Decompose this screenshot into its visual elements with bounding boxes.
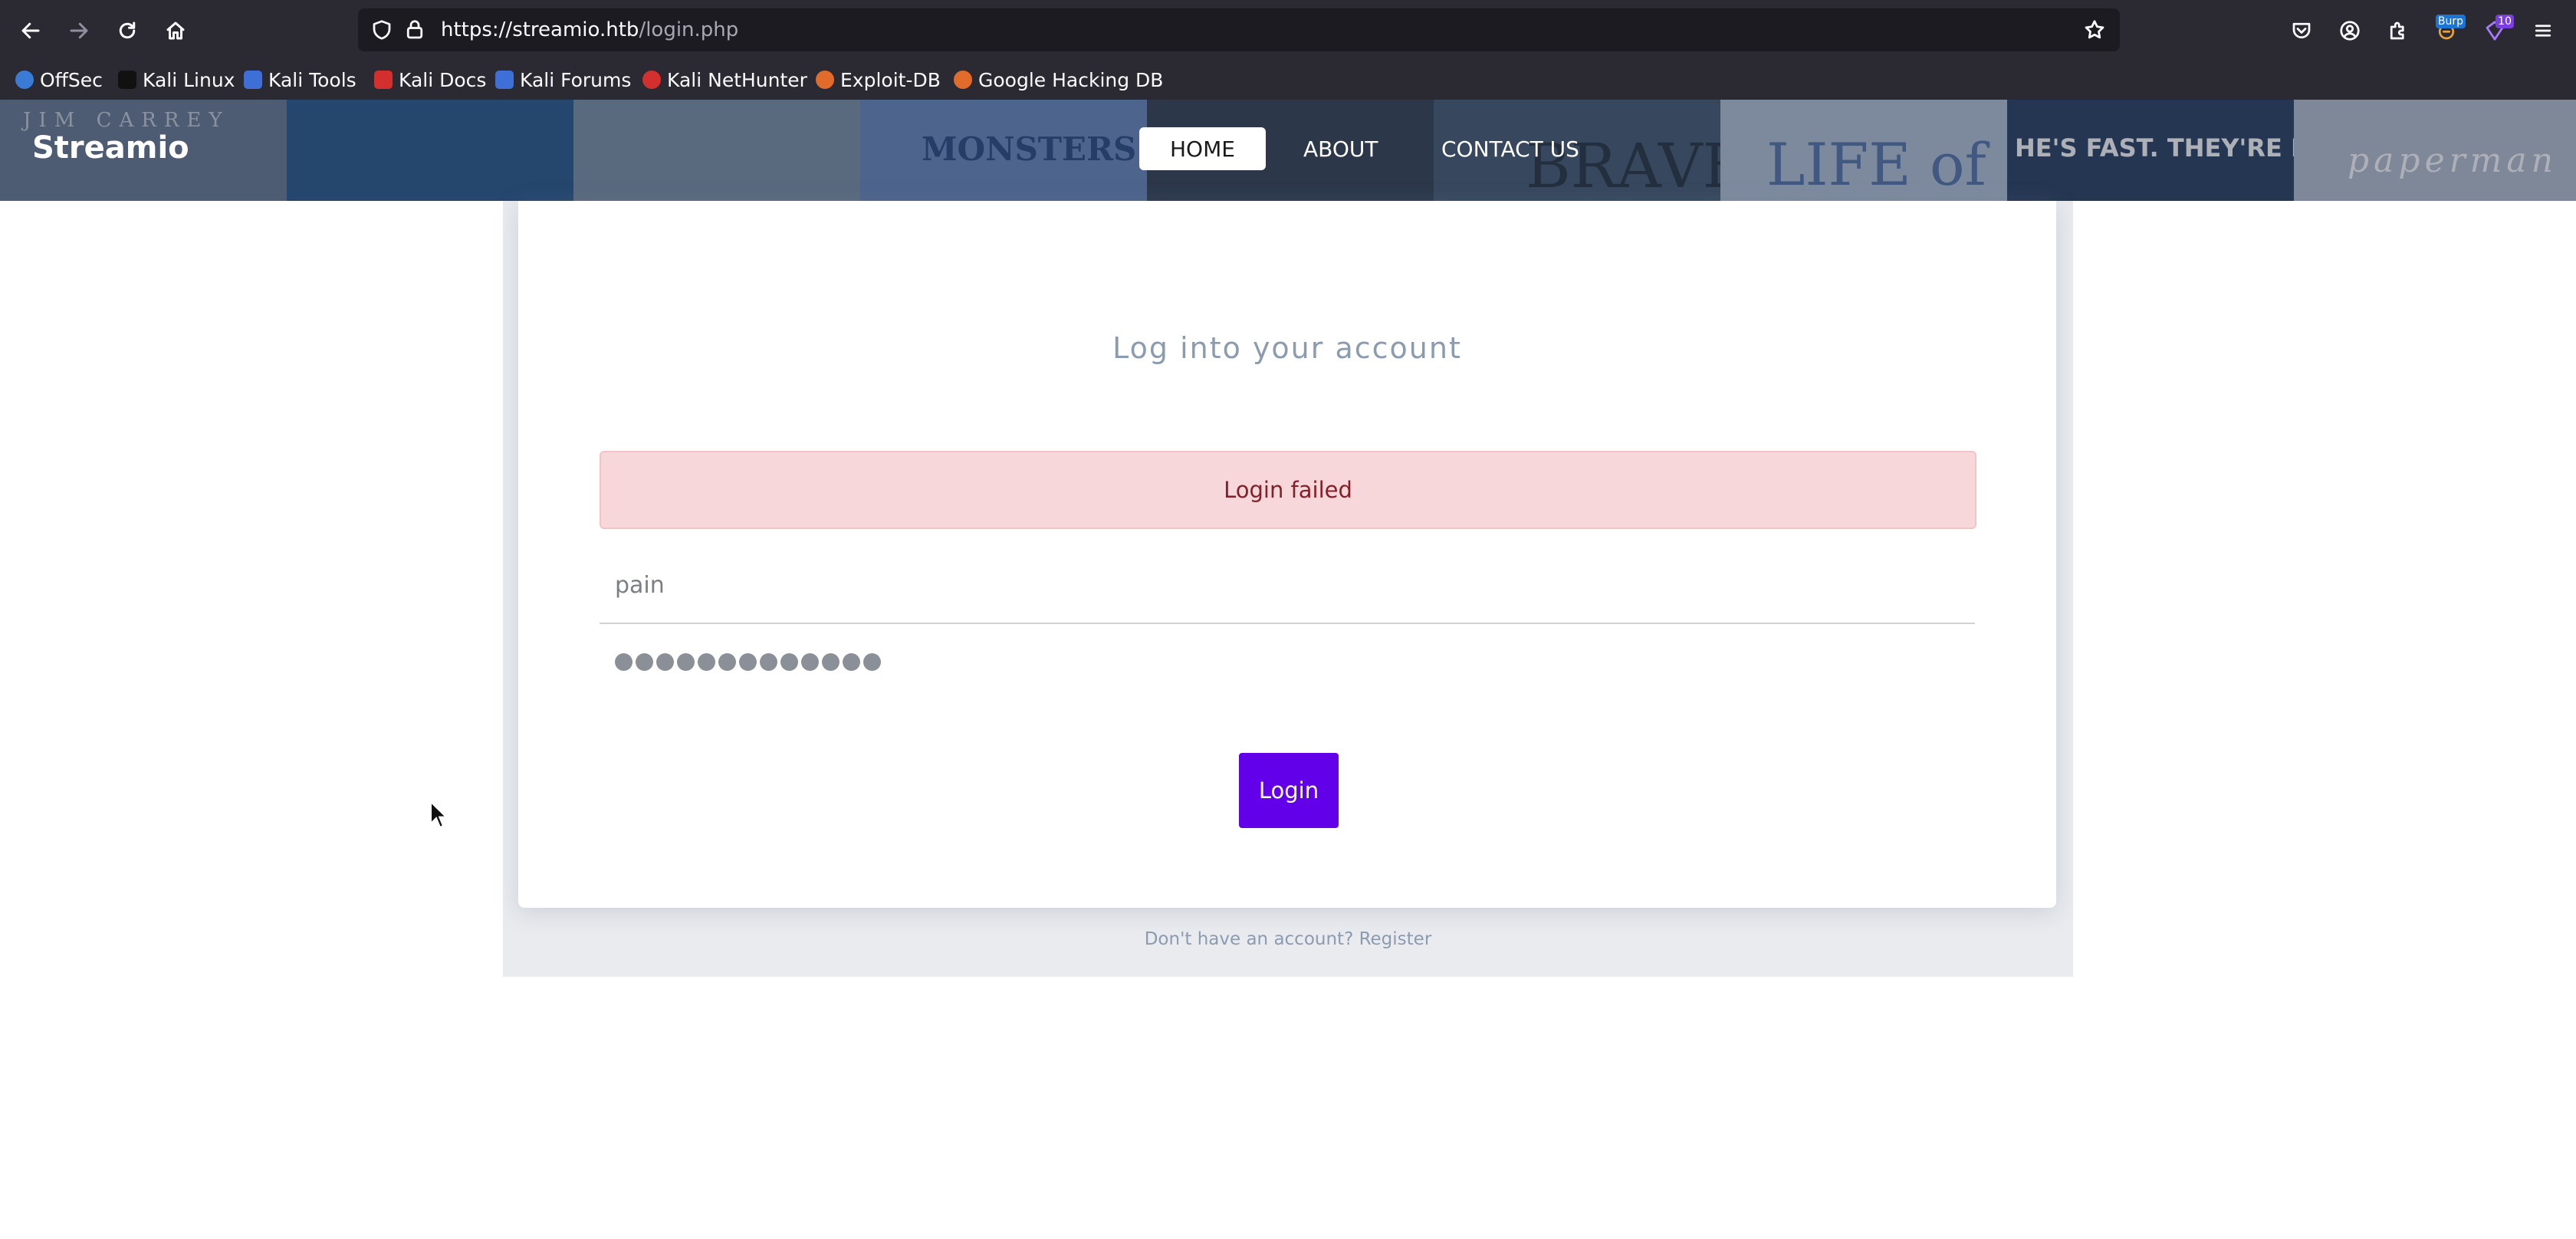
nav-about[interactable]: ABOUT (1273, 127, 1409, 170)
reload-button[interactable] (108, 12, 146, 50)
bookmark-kali-forums[interactable]: Kali Forums (495, 66, 631, 94)
kali-dragon-icon (118, 71, 136, 89)
account-icon (2340, 21, 2360, 41)
pocket-icon (2292, 22, 2311, 39)
bookmark-offsec[interactable]: OffSec (15, 66, 103, 94)
kali-docs-icon (374, 71, 393, 89)
login-failed-alert: Login failed (600, 451, 1976, 529)
extension-shield-button[interactable]: 10 (2476, 12, 2514, 50)
browser-toolbar: https://streamio.htb/login.php Burp 10 (0, 0, 2576, 60)
bookmark-label: Kali Linux (143, 68, 235, 91)
kali-tools-icon (244, 71, 262, 89)
mouse-cursor-icon (430, 800, 448, 829)
home-button[interactable] (156, 12, 195, 50)
bookmark-label: Kali Docs (399, 68, 487, 91)
ghdb-icon (954, 71, 972, 89)
home-icon (166, 21, 185, 40)
bookmark-label: Google Hacking DB (978, 68, 1164, 91)
password-dot (822, 653, 840, 671)
bookmark-label: Exploit-DB (840, 68, 941, 91)
password-dot (718, 653, 736, 671)
back-button[interactable] (12, 12, 50, 50)
app-menu-button[interactable] (2524, 12, 2562, 50)
bookmark-kali-tools[interactable]: Kali Tools (244, 66, 356, 94)
password-dot (739, 653, 757, 671)
password-dot (698, 653, 715, 671)
burp-badge: Burp (2435, 15, 2466, 28)
password-dot (615, 653, 632, 671)
password-dot (656, 653, 674, 671)
kali-forums-icon (495, 71, 514, 89)
extension-count-badge: 10 (2496, 15, 2514, 28)
bookmark-label: Kali NetHunter (667, 68, 807, 91)
site-brand[interactable]: Streamio (32, 130, 189, 166)
exploit-db-icon (816, 71, 834, 89)
bookmarks-bar: OffSec Kali Linux Kali Tools Kali Docs K… (0, 60, 2576, 100)
login-button[interactable]: Login (1239, 753, 1339, 828)
password-dot (863, 653, 881, 671)
password-dot (760, 653, 777, 671)
bookmark-star-icon[interactable] (2083, 18, 2106, 41)
forward-button[interactable] (60, 12, 98, 50)
password-dot (780, 653, 798, 671)
nav-home[interactable]: HOME (1139, 127, 1266, 170)
address-bar[interactable]: https://streamio.htb/login.php (358, 8, 2120, 51)
burp-extension-button[interactable]: Burp (2427, 12, 2466, 50)
lock-icon[interactable] (403, 18, 426, 41)
bookmark-kali-docs[interactable]: Kali Docs (374, 66, 486, 94)
username-input[interactable] (600, 547, 1975, 624)
pocket-button[interactable] (2282, 12, 2321, 50)
bookmark-label: OffSec (40, 68, 103, 91)
bookmark-google-hacking-db[interactable]: Google Hacking DB (954, 66, 1163, 94)
password-dot (843, 653, 860, 671)
reload-icon (119, 21, 136, 39)
password-dot (677, 653, 695, 671)
bookmark-label: Kali Forums (520, 68, 632, 91)
bookmark-kali-linux[interactable]: Kali Linux (118, 66, 235, 94)
offsec-favicon-icon (15, 71, 34, 89)
bookmark-kali-nethunter[interactable]: Kali NetHunter (642, 66, 807, 94)
puzzle-icon (2390, 21, 2404, 40)
site-header: JIM CARREY MONSTERS BRAVE LIFE of PI HE'… (0, 100, 2576, 201)
bookmark-exploit-db[interactable]: Exploit-DB (816, 66, 941, 94)
password-dot (636, 653, 653, 671)
shield-icon[interactable] (370, 18, 393, 41)
url-host: https://streamio.htb (441, 18, 639, 41)
arrow-right-icon (70, 22, 88, 39)
extensions-button[interactable] (2379, 12, 2417, 50)
login-title: Log into your account (1112, 331, 1462, 365)
arrow-left-icon (21, 22, 40, 39)
password-mask (615, 653, 881, 671)
register-prompt[interactable]: Don't have an account? Register (503, 929, 2073, 949)
url-path: /login.php (639, 18, 739, 41)
bookmark-label: Kali Tools (268, 68, 356, 91)
url-text[interactable]: https://streamio.htb/login.php (441, 18, 738, 41)
login-card: Log into your account Login failed Login (518, 201, 2056, 908)
account-button[interactable] (2331, 12, 2369, 50)
kali-nethunter-icon (642, 71, 661, 89)
hamburger-icon (2535, 25, 2551, 37)
password-dot (801, 653, 819, 671)
nav-contact-us[interactable]: CONTACT US (1411, 127, 1610, 170)
password-input[interactable] (600, 639, 1975, 716)
